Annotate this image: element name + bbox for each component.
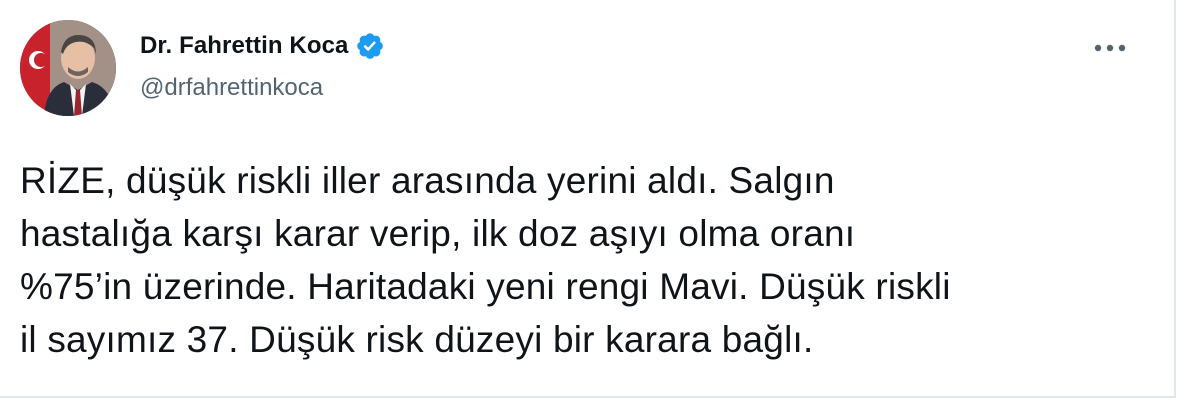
avatar[interactable] <box>20 20 116 116</box>
tweet-text-line: hastalığa karşı karar verip, ilk doz aşı… <box>20 213 856 254</box>
verified-badge-icon <box>355 31 385 61</box>
tweet-text-line: RİZE, düşük riskli iller arasında yerini… <box>20 160 835 201</box>
display-name[interactable]: Dr. Fahrettin Koca <box>140 32 349 60</box>
tweet-text: RİZE, düşük riskli iller arasında yerini… <box>20 154 1160 366</box>
more-horizontal-icon <box>1094 44 1126 52</box>
tweet-card: Dr. Fahrettin Koca @drfahrettinkoca RİZE… <box>0 0 1176 398</box>
tweet-text-line: il sayımız 37. Düşük risk düzeyi bir kar… <box>20 319 814 360</box>
user-handle[interactable]: @drfahrettinkoca <box>140 74 385 102</box>
more-options-button[interactable] <box>1090 38 1130 58</box>
tweet-text-line: %75’in üzerinde. Haritadaki yeni rengi M… <box>20 266 951 307</box>
avatar-image <box>20 20 116 116</box>
name-row: Dr. Fahrettin Koca <box>140 30 385 62</box>
author-info: Dr. Fahrettin Koca @drfahrettinkoca <box>140 30 385 102</box>
